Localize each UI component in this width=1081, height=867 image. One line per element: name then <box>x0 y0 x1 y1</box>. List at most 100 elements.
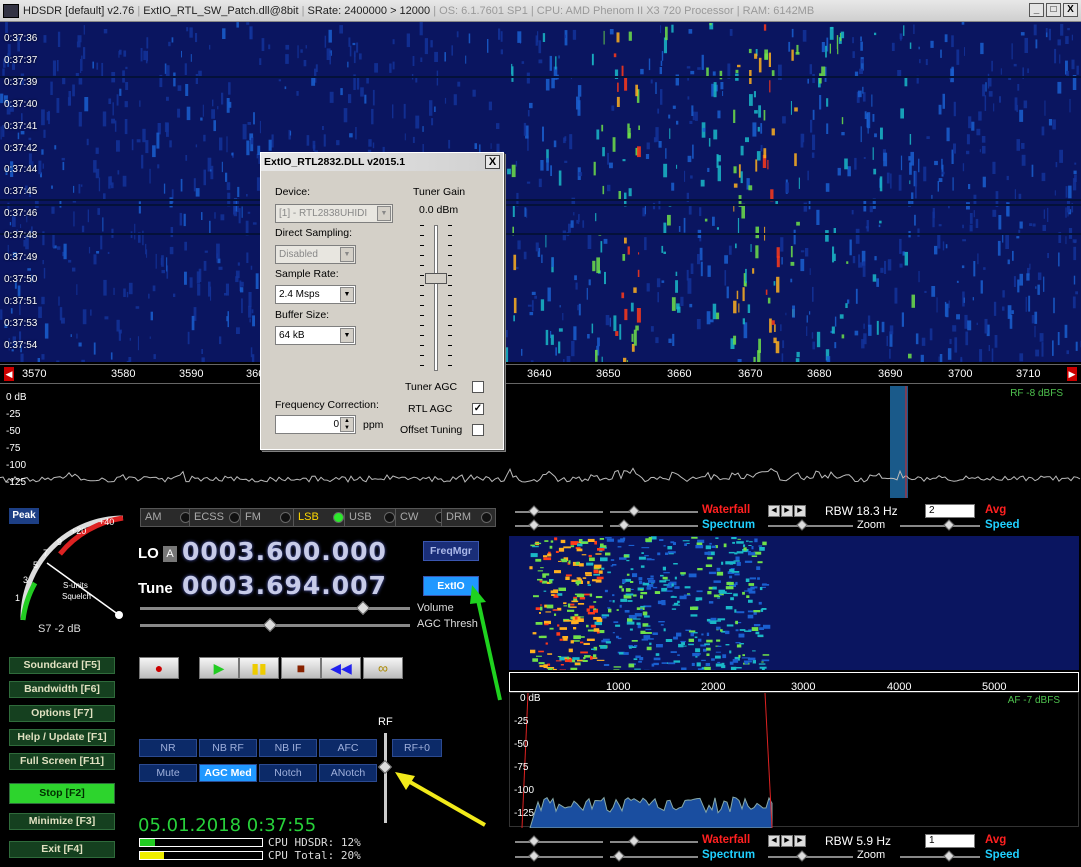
extio-dialog-title: ExtIO_RTL2832.DLL v2015.1 <box>261 153 503 171</box>
rf-speed-slider[interactable] <box>900 519 980 531</box>
af-speed-slider[interactable] <box>900 850 980 862</box>
mode-drm[interactable]: DRM <box>441 508 496 527</box>
scroll-right-icon[interactable]: ▶ <box>1067 367 1077 381</box>
waterfall-time-label: 0:37:36 <box>4 33 38 44</box>
tuner-gain-slider[interactable] <box>434 225 438 371</box>
rf-avg-label: Avg <box>985 504 1007 516</box>
rf-waterfall-slider-a[interactable] <box>515 505 603 517</box>
extio-close-button[interactable]: X <box>485 155 500 169</box>
rewind-button[interactable]: ◀◀ <box>321 657 361 679</box>
af-rbw-down2-icon[interactable]: ▶ <box>781 835 793 847</box>
tune-frequency[interactable]: 0003.694.007 <box>182 571 387 600</box>
dropdown-arrow-icon: ▼ <box>377 206 391 221</box>
af-db-label: -125 <box>514 808 535 819</box>
agc-thresh-slider[interactable] <box>140 617 410 633</box>
rf-avg-select[interactable]: 2 <box>925 504 975 518</box>
rf-waterfall-slider-b[interactable] <box>610 505 698 517</box>
stop-rec-button[interactable]: ■ <box>281 657 321 679</box>
mode-am[interactable]: AM <box>140 508 195 527</box>
rf-zoom-slider[interactable] <box>768 519 853 531</box>
af-rbw-down-icon[interactable]: ◀ <box>768 835 780 847</box>
bandwidth-button[interactable]: Bandwidth [F6] <box>9 681 115 698</box>
rbw-up-icon[interactable]: ▶ <box>794 505 806 517</box>
options-button[interactable]: Options [F7] <box>9 705 115 722</box>
spinner-icon[interactable]: ▲ ▼ <box>340 417 354 432</box>
full-screen-button[interactable]: Full Screen [F11] <box>9 753 115 770</box>
nr-button[interactable]: NR <box>139 739 197 757</box>
rf-gain-slider[interactable] <box>384 733 387 823</box>
offset-tuning-checkbox[interactable] <box>472 424 484 436</box>
play-button[interactable]: ▶ <box>199 657 239 679</box>
mode-ecss-label: ECSS <box>194 511 224 523</box>
freq-correction-input[interactable]: 0 ▲ ▼ <box>275 415 356 434</box>
af-waterfall-slider-a[interactable] <box>515 835 603 847</box>
device-select[interactable]: [1] - RTL2838UHIDI ▼ <box>275 204 393 223</box>
close-window-button[interactable]: X <box>1063 3 1078 17</box>
rtl-agc-label: RTL AGC <box>408 403 453 415</box>
pause-button[interactable]: ▮▮ <box>239 657 279 679</box>
nb-rf-button[interactable]: NB RF <box>199 739 257 757</box>
freqmgr-button[interactable]: FreqMgr <box>423 541 479 561</box>
af-avg-select[interactable]: 1 <box>925 834 975 848</box>
mode-ecss[interactable]: ECSS <box>189 508 244 527</box>
rbw-down2-icon[interactable]: ▶ <box>781 505 793 517</box>
rf-speed-label: Speed <box>985 519 1020 531</box>
af-frequency-axis[interactable]: 1000 2000 3000 4000 5000 <box>509 672 1079 693</box>
loop-button[interactable]: ∞ <box>363 657 403 679</box>
exit-button[interactable]: Exit [F4] <box>9 841 115 858</box>
rf-waterfall[interactable] <box>0 22 1081 362</box>
extio-button[interactable]: ExtIO <box>423 576 479 596</box>
direct-sampling-select[interactable]: Disabled ▼ <box>275 245 356 264</box>
tuner-agc-checkbox[interactable] <box>472 381 484 393</box>
scroll-left-icon[interactable]: ◀ <box>4 367 14 381</box>
waterfall-time-label: 0:37:39 <box>4 76 38 88</box>
af-rbw-up-icon[interactable]: ▶ <box>794 835 806 847</box>
rf-spectrum[interactable]: RF -8 dBFS 0 dB -25 -50 -75 -100 -125 <box>0 386 1081 498</box>
maximize-window-button[interactable]: □ <box>1046 3 1061 17</box>
minimize-button[interactable]: Minimize [F3] <box>9 813 115 830</box>
mode-usb[interactable]: USB <box>344 508 399 527</box>
af-waterfall-slider-b[interactable] <box>610 835 698 847</box>
agc-med-button[interactable]: AGC Med <box>199 764 257 782</box>
minimize-window-button[interactable]: _ <box>1029 3 1044 17</box>
af-spectrum[interactable]: AF -7 dBFS 0 dB -25 -50 -75 -100 -125 <box>509 692 1079 828</box>
rf-plus0-button[interactable]: RF+0 <box>392 739 442 757</box>
rf-spectrum-slider-a[interactable] <box>515 519 603 531</box>
waterfall-time-label: 0:37:40 <box>4 98 38 110</box>
notch-button[interactable]: Notch <box>259 764 317 782</box>
tuner-gain-thumb[interactable] <box>425 273 447 284</box>
mode-led-icon <box>280 512 291 523</box>
afc-button[interactable]: AFC <box>319 739 377 757</box>
help-update-button[interactable]: Help / Update [F1] <box>9 729 115 746</box>
freq-correction-value: 0 <box>333 419 339 430</box>
af-waterfall[interactable] <box>509 536 1079 670</box>
rf-gain-label: RF <box>378 716 393 728</box>
mode-lsb-label: LSB <box>298 511 319 523</box>
stop-button[interactable]: Stop [F2] <box>9 783 115 804</box>
mode-lsb[interactable]: LSB <box>293 508 348 527</box>
af-spectrum-slider-b[interactable] <box>610 850 698 862</box>
rbw-down-icon[interactable]: ◀ <box>768 505 780 517</box>
buffer-size-label: Buffer Size: <box>275 309 330 321</box>
rf-spectrum-slider-b[interactable] <box>610 519 698 531</box>
af-zoom-slider[interactable] <box>768 850 853 862</box>
waterfall-time-label: 0:37:37 <box>4 54 38 66</box>
rf-frequency-axis[interactable]: ◀ ▶ 3570 3580 3590 360 3640 3650 3660 3670 3680 3… <box>0 364 1081 384</box>
lo-badge[interactable]: A <box>163 546 177 562</box>
af-db-label: -100 <box>514 785 535 796</box>
lo-frequency[interactable]: 0003.600.000 <box>182 537 387 566</box>
soundcard-button[interactable]: Soundcard [F5] <box>9 657 115 674</box>
volume-slider[interactable] <box>140 600 410 616</box>
anotch-button[interactable]: ANotch <box>319 764 377 782</box>
record-button[interactable]: ● <box>139 657 179 679</box>
mode-fm[interactable]: FM <box>240 508 295 527</box>
freq-correction-label: Frequency Correction: <box>275 399 379 411</box>
buffer-size-select[interactable]: 64 kB ▼ <box>275 326 356 345</box>
af-spectrum-slider-a[interactable] <box>515 850 603 862</box>
mute-button[interactable]: Mute <box>139 764 197 782</box>
rtl-agc-checkbox[interactable]: ✓ <box>472 403 484 415</box>
nb-if-button[interactable]: NB IF <box>259 739 317 757</box>
waterfall-time-label: 0:37:49 <box>4 252 38 263</box>
freq-tick-label: 3700 <box>948 368 973 380</box>
sample-rate-select[interactable]: 2.4 Msps ▼ <box>275 285 356 304</box>
